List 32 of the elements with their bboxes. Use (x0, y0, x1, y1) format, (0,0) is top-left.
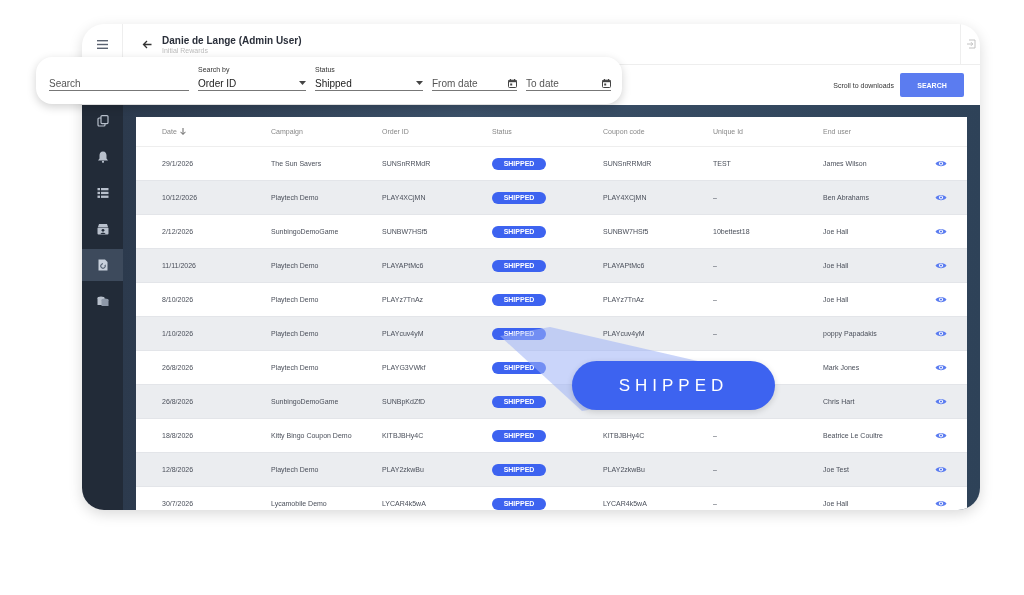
dropdown-caret-icon[interactable] (299, 81, 306, 85)
view-eye-icon[interactable] (935, 396, 947, 406)
sort-arrow-icon[interactable] (179, 128, 186, 135)
menu-icon[interactable] (96, 39, 108, 49)
dropdown-caret-icon[interactable] (416, 81, 423, 85)
view-eye-icon[interactable] (935, 158, 947, 168)
coins-icon (96, 295, 109, 307)
dropdown-field[interactable]: Order ID (198, 77, 306, 91)
list-icon (96, 187, 109, 199)
page-title: Danie de Lange (Admin User) (162, 34, 303, 46)
document-icon (96, 259, 109, 271)
status-callout: SHIPPED (572, 361, 775, 410)
view-eye-icon[interactable] (935, 430, 947, 440)
date-field[interactable]: To date (526, 77, 611, 91)
search-field[interactable]: Search (49, 77, 189, 91)
view-eye-icon[interactable] (935, 260, 947, 270)
view-eye-icon[interactable] (935, 498, 947, 508)
view-eye-icon[interactable] (935, 362, 947, 372)
sidebar-item[interactable] (82, 249, 123, 281)
calendar-icon[interactable] (508, 78, 517, 88)
dropdown-field[interactable]: Shipped (315, 77, 423, 91)
copy-icon (96, 115, 109, 127)
view-eye-icon[interactable] (935, 464, 947, 474)
calendar-icon[interactable] (602, 78, 611, 88)
bell-icon (96, 151, 109, 163)
view-eye-icon[interactable] (935, 192, 947, 202)
date-field[interactable]: From date (432, 77, 517, 91)
view-eye-icon[interactable] (935, 294, 947, 304)
view-eye-icon[interactable] (935, 328, 947, 338)
inbox-icon (96, 223, 109, 235)
view-eye-icon[interactable] (935, 226, 947, 236)
back-arrow-icon[interactable] (142, 39, 152, 49)
